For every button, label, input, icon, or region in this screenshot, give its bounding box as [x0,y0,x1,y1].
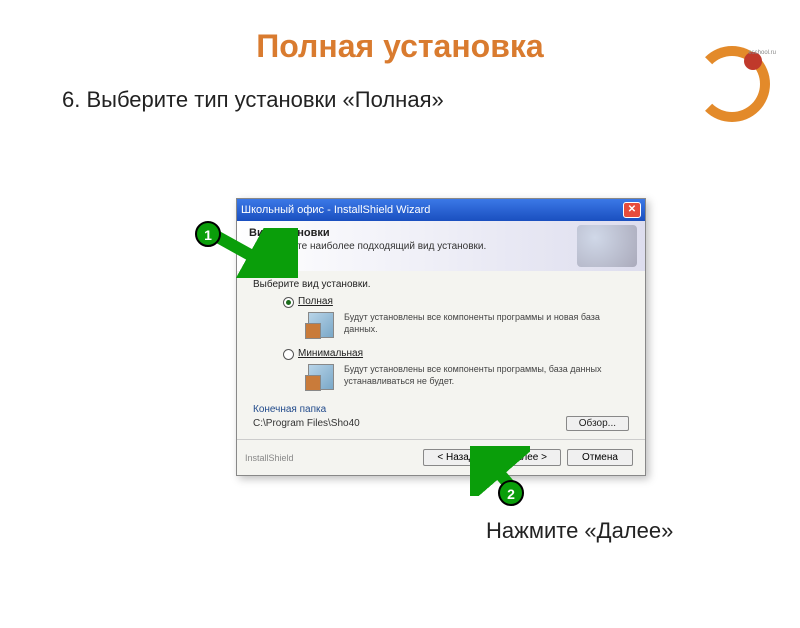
arrow-1-icon [208,228,298,278]
option-min-desc: Будут установлены все компоненты програм… [344,364,604,387]
header-graphic-icon [577,225,637,267]
logo-domain-text: eschool.ru [748,50,776,56]
option-full-row[interactable]: Полная [283,296,629,308]
bottom-instruction: Нажмите «Далее» [486,518,673,544]
option-min-label: Минимальная [298,348,363,359]
step-instruction: 6. Выберите тип установки «Полная» [62,87,800,113]
browse-button[interactable]: Обзор... [566,416,629,431]
close-button[interactable]: ✕ [623,202,641,218]
radio-min[interactable] [283,349,294,360]
radio-full[interactable] [283,297,294,308]
option-full-desc: Будут установлены все компоненты програм… [344,312,604,335]
dest-path: C:\Program Files\Sho40 [253,418,360,429]
install-box-icon [308,312,334,338]
option-min-row[interactable]: Минимальная [283,348,629,360]
choose-label: Выберите вид установки. [253,279,629,290]
installshield-tag: InstallShield [245,453,294,463]
dialog-body: Выберите вид установки. Полная Будут уст… [237,271,645,439]
option-full-label: Полная [298,296,333,307]
logo: eschool.ru [694,46,772,124]
callout-badge-1: 1 [195,221,221,247]
header-title: Вид установки [249,227,633,239]
dialog-footer: InstallShield < Назад Далее > Отмена [237,439,645,475]
cancel-button[interactable]: Отмена [567,449,633,466]
page-title: Полная установка [0,28,800,65]
dest-label: Конечная папка [253,404,629,415]
window-title: Школьный офис - InstallShield Wizard [241,204,623,216]
install-box-icon [308,364,334,390]
callout-badge-2: 2 [498,480,524,506]
destination-folder-section: Конечная папка C:\Program Files\Sho40 Об… [253,404,629,431]
titlebar[interactable]: Школьный офис - InstallShield Wizard ✕ [237,199,645,221]
dialog-header: Вид установки Выберите наиболее подходящ… [237,221,645,271]
